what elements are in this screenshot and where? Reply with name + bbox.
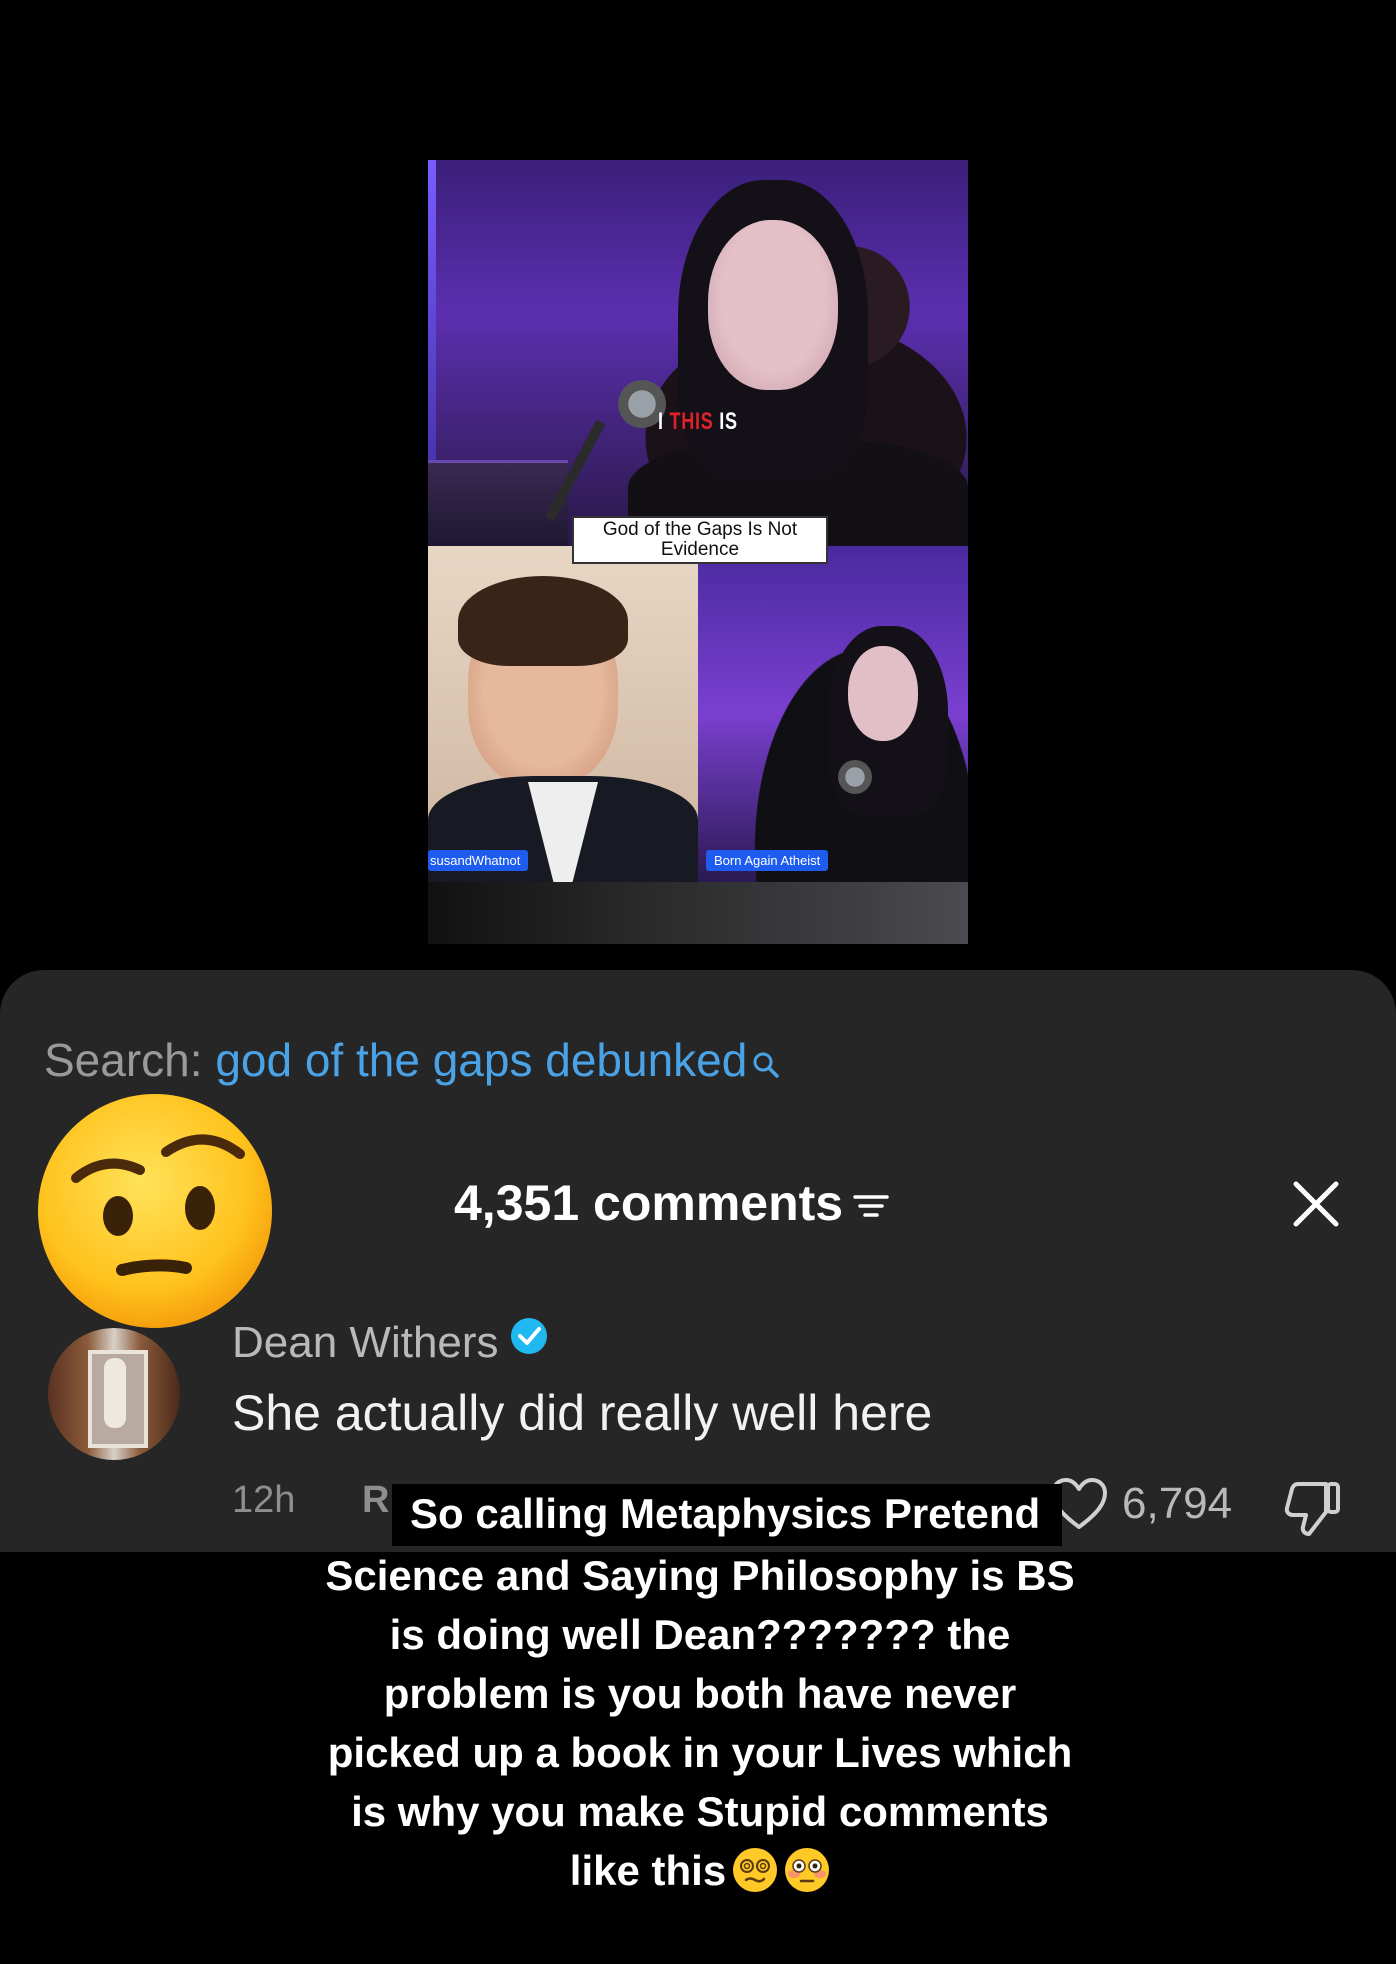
overlay-caption-line: is doing well Dean??????? the xyxy=(389,1611,1011,1658)
overlay-caption-line: picked up a book in your Lives which xyxy=(327,1729,1073,1776)
comment-timestamp: 12h xyxy=(232,1479,296,1521)
comment-text: She actually did really well here xyxy=(232,1385,933,1441)
search-prefix: Search: xyxy=(44,1034,216,1086)
face-with-raised-eyebrow-icon xyxy=(36,1092,274,1330)
video-bottom-left-pane xyxy=(428,546,698,882)
close-icon[interactable] xyxy=(1288,1176,1344,1232)
like-count: 6,794 xyxy=(1122,1479,1233,1528)
search-icon[interactable] xyxy=(751,1036,781,1092)
search-suggestion[interactable]: Search: god of the gaps debunked xyxy=(44,1032,781,1092)
video-caption-box: God of the Gaps Is Not Evidence xyxy=(572,516,828,564)
left-name-tag: susandWhatnot xyxy=(428,850,529,871)
reply-button[interactable]: R xyxy=(362,1476,389,1524)
thumbs-down-icon[interactable] xyxy=(1282,1476,1344,1538)
search-query-link[interactable]: god of the gaps debunked xyxy=(215,1034,747,1086)
video-subtitle: I THIS IS xyxy=(658,408,738,435)
speaker-face xyxy=(708,220,838,390)
comment-author-name[interactable]: Dean Withers xyxy=(232,1318,499,1367)
host-face xyxy=(848,646,918,741)
like-button[interactable]: 6,794 xyxy=(1048,1474,1232,1534)
host-microphone-icon xyxy=(838,760,872,794)
overlay-caption: Science and Saying Philosophy is BS is d… xyxy=(300,1546,1100,1900)
flushed-face-icon xyxy=(784,1847,830,1893)
comments-count-label: 4,351 comments xyxy=(454,1175,844,1231)
video-top-pane: I THIS IS xyxy=(428,160,968,560)
sort-icon[interactable] xyxy=(853,1171,889,1237)
overlay-caption-first-line: So calling Metaphysics Pretend xyxy=(392,1484,1063,1546)
verified-badge-icon xyxy=(509,1315,549,1369)
overlay-caption-last-line: like this xyxy=(300,1841,1100,1900)
overlay-caption-line: Science and Saying Philosophy is BS xyxy=(325,1552,1075,1599)
avatar-figure xyxy=(104,1358,126,1428)
overlay-caption-line: problem is you both have never xyxy=(383,1670,1017,1717)
video-bottom-right-pane xyxy=(698,546,968,882)
guest-hair xyxy=(458,576,628,666)
video-thumbnail[interactable]: I THIS IS God of the Gaps Is Not Evidenc… xyxy=(428,160,968,944)
comment-author[interactable]: Dean Withers xyxy=(232,1316,549,1370)
woozy-face-icon xyxy=(732,1847,778,1893)
right-name-tag: Born Again Atheist xyxy=(706,850,829,871)
background-shelf xyxy=(428,460,568,549)
avatar[interactable] xyxy=(48,1328,180,1460)
comments-count-header: 4,351 comments xyxy=(454,1170,889,1237)
overlay-caption-last-text: like this xyxy=(569,1847,727,1894)
video-bottom-strip xyxy=(428,882,968,944)
overlay-caption-line: is why you make Stupid comments xyxy=(351,1788,1049,1835)
